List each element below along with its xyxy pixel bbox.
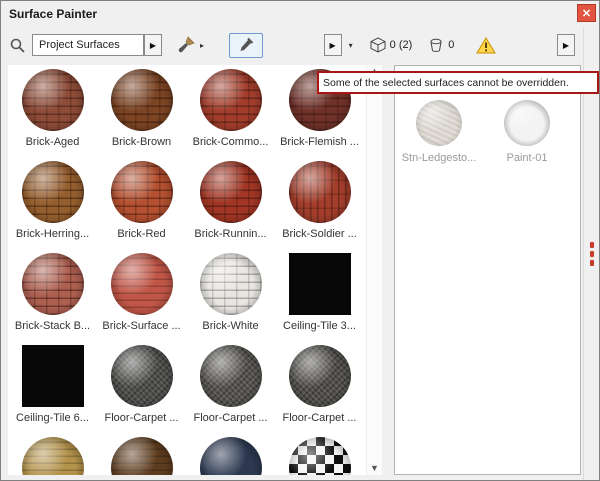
materials-scrollbar[interactable]: ▲ ▼ [367,65,382,475]
material-swatch [289,345,351,407]
material-swatch [200,69,262,131]
material-label: Brick-Herring... [16,228,89,240]
material-item[interactable]: Paint-01 [483,96,571,182]
material-swatch [22,345,84,407]
material-label: Brick-Commo... [193,136,269,148]
material-item[interactable]: Floor-Carpet ... [186,341,275,433]
material-item[interactable]: Brick-Surface ... [97,249,186,341]
material-swatch [289,437,351,475]
material-label: Brick-White [202,320,258,332]
material-item[interactable]: Brick-Soldier ... [275,157,364,249]
override-surfaces-panel: Stn-Ledgesto... Paint-01 [394,65,581,475]
palette-dock-strip[interactable] [583,27,599,480]
toolbar: Project Surfaces ▶ ▸ [1,27,583,63]
material-label: Brick-Runnin... [194,228,266,240]
material-label: Floor-Carpet ... [194,412,268,424]
material-swatch [111,69,173,131]
close-icon: ✕ [582,7,591,20]
material-item[interactable]: Floor-Carpet ... [275,341,364,433]
paint-bucket-icon [428,38,444,53]
material-swatch [200,253,262,315]
close-button[interactable]: ✕ [577,4,596,22]
material-swatch [111,437,173,475]
material-label: Ceiling-Tile 3... [283,320,356,332]
material-swatch [289,253,351,315]
material-swatch [22,253,84,315]
material-swatch [111,345,173,407]
material-label: Brick-Brown [112,136,171,148]
cannot-override-tooltip: Some of the selected surfaces cannot be … [317,71,599,94]
material-swatch [504,100,550,146]
eyedropper-icon [238,37,254,53]
material-label: Brick-Surface ... [102,320,180,332]
override-material-label: Paint-01 [507,152,548,164]
material-swatch [22,69,84,131]
material-swatch [111,161,173,223]
list-options-dropdown[interactable]: ▾ [348,41,354,50]
titlebar[interactable]: Surface Painter [1,1,599,27]
palette-grip-dot [590,251,594,257]
tooltip-text: Some of the selected surfaces cannot be … [323,77,569,89]
surface-painter-window: Surface Painter ✕ Project Surfaces ▶ [0,0,600,481]
material-item[interactable]: Brick-Brown [97,65,186,157]
material-item[interactable]: Brick-Aged [8,65,97,157]
material-item[interactable]: Stn-Ledgesto... [395,96,483,182]
cube-icon [370,37,386,53]
material-label: Brick-Aged [26,136,80,148]
material-item[interactable]: Brick-Red [97,157,186,249]
material-label: Ceiling-Tile 6... [16,412,89,424]
material-item[interactable]: Brick-White [186,249,275,341]
surface-set-value[interactable]: Project Surfaces [32,34,144,56]
right-arrow-icon: ▶ [563,41,569,50]
paint-tool-button[interactable]: ▸ [176,36,205,54]
painted-count-text: 0 [448,39,454,51]
material-swatch [289,161,351,223]
materials-grid-wrap: Brick-Aged Brick-Brown Brick-Commo... Brick… [8,65,366,475]
paint-tool-dropdown-icon[interactable]: ▸ [199,41,205,50]
material-swatch [111,253,173,315]
material-swatch [22,437,84,475]
right-arrow-icon: ▶ [330,41,336,50]
pick-surface-button[interactable] [229,33,263,58]
selected-count-text: 0 (2) [390,39,413,51]
material-item[interactable]: Floor-Carpet ... [97,341,186,433]
warning-icon[interactable] [476,37,496,54]
right-arrow-icon: ▶ [150,41,156,50]
scroll-down-icon[interactable]: ▼ [370,464,379,473]
painted-surfaces-counter: 0 [428,38,454,53]
palette-grip-dot [590,242,594,248]
surface-set-combo[interactable]: Project Surfaces ▶ [32,34,162,56]
material-label: Brick-Soldier ... [282,228,357,240]
material-swatch [416,100,462,146]
window-title: Surface Painter [9,7,97,21]
selected-elements-counter: 0 (2) [370,37,413,53]
material-item[interactable]: Brick-Runnin... [186,157,275,249]
material-item[interactable]: Ceiling-Tile 3... [275,249,364,341]
search-icon [9,37,26,54]
materials-grid: Brick-Aged Brick-Brown Brick-Commo... Brick… [8,65,366,475]
material-swatch [200,345,262,407]
paint-brush-icon [176,36,195,54]
material-item[interactable]: Ceiling-Tile 6... [8,341,97,433]
material-item[interactable] [186,433,275,475]
surface-set-dropdown-button[interactable]: ▶ [144,34,162,56]
override-material-label: Stn-Ledgesto... [402,152,477,164]
material-item[interactable]: Brick-Herring... [8,157,97,249]
material-label: Brick-Flemish ... [280,136,359,148]
material-item[interactable] [8,433,97,475]
material-label: Floor-Carpet ... [283,412,357,424]
material-swatch [200,437,262,475]
palette-grip-dot [590,260,594,266]
material-item[interactable]: Brick-Stack B... [8,249,97,341]
expand-right-panel-button[interactable]: ▶ [557,34,575,56]
material-label: Brick-Red [117,228,165,240]
expand-left-panel-button[interactable]: ▶ [324,34,342,56]
material-label: Brick-Stack B... [15,320,90,332]
material-item[interactable]: Brick-Commo... [186,65,275,157]
material-swatch [22,161,84,223]
material-item[interactable] [275,433,364,475]
material-label: Floor-Carpet ... [105,412,179,424]
material-item[interactable] [97,433,186,475]
material-swatch [200,161,262,223]
